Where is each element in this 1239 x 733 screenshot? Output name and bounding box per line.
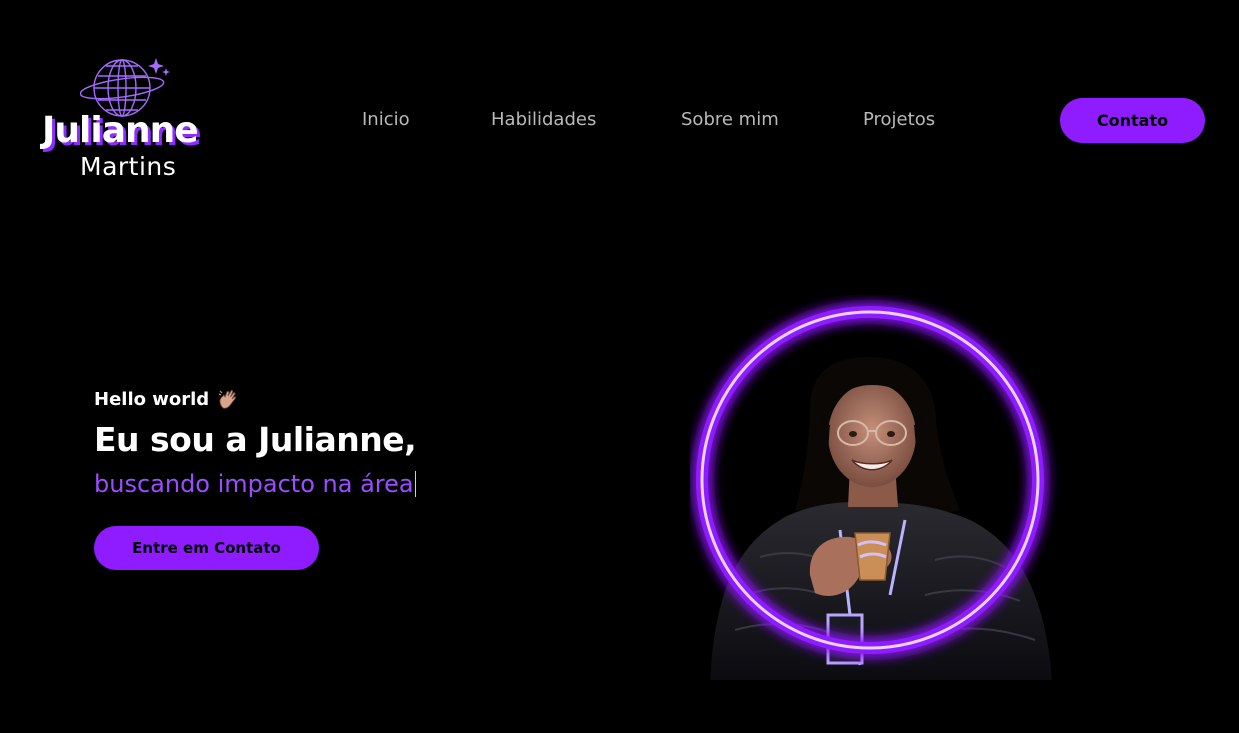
- waving-hand-icon: [218, 390, 237, 409]
- nav-link-inicio[interactable]: Inicio: [362, 109, 410, 130]
- logo-first-name: Julianne: [42, 110, 199, 151]
- hero-greeting-text: Hello world: [94, 388, 210, 410]
- hero-greeting: Hello world: [94, 388, 239, 410]
- logo-last-name: Martins: [80, 152, 177, 181]
- planet-globe-icon: [80, 58, 170, 117]
- site-logo[interactable]: Julianne Martins: [38, 52, 213, 184]
- contact-button[interactable]: Contato: [1060, 98, 1205, 143]
- hero-headline: Eu sou a Julianne,: [94, 420, 417, 459]
- nav-link-habilidades[interactable]: Habilidades: [491, 109, 596, 130]
- nav-link-projetos[interactable]: Projetos: [863, 109, 935, 130]
- page: Julianne Martins Inicio Habilidades Sobr…: [0, 0, 1239, 733]
- profile-photo: [696, 306, 1052, 680]
- nav-link-sobre-mim[interactable]: Sobre mim: [681, 109, 779, 130]
- hero-subline-wrapper: buscando impacto na área: [94, 470, 416, 498]
- hero-subline: buscando impacto na área: [94, 470, 414, 498]
- contact-cta-button[interactable]: Entre em Contato: [94, 526, 319, 570]
- typing-caret: [414, 471, 416, 497]
